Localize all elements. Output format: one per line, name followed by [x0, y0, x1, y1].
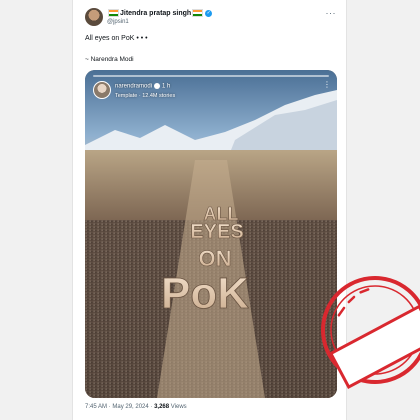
fake-stamp-icon — [321, 276, 420, 390]
